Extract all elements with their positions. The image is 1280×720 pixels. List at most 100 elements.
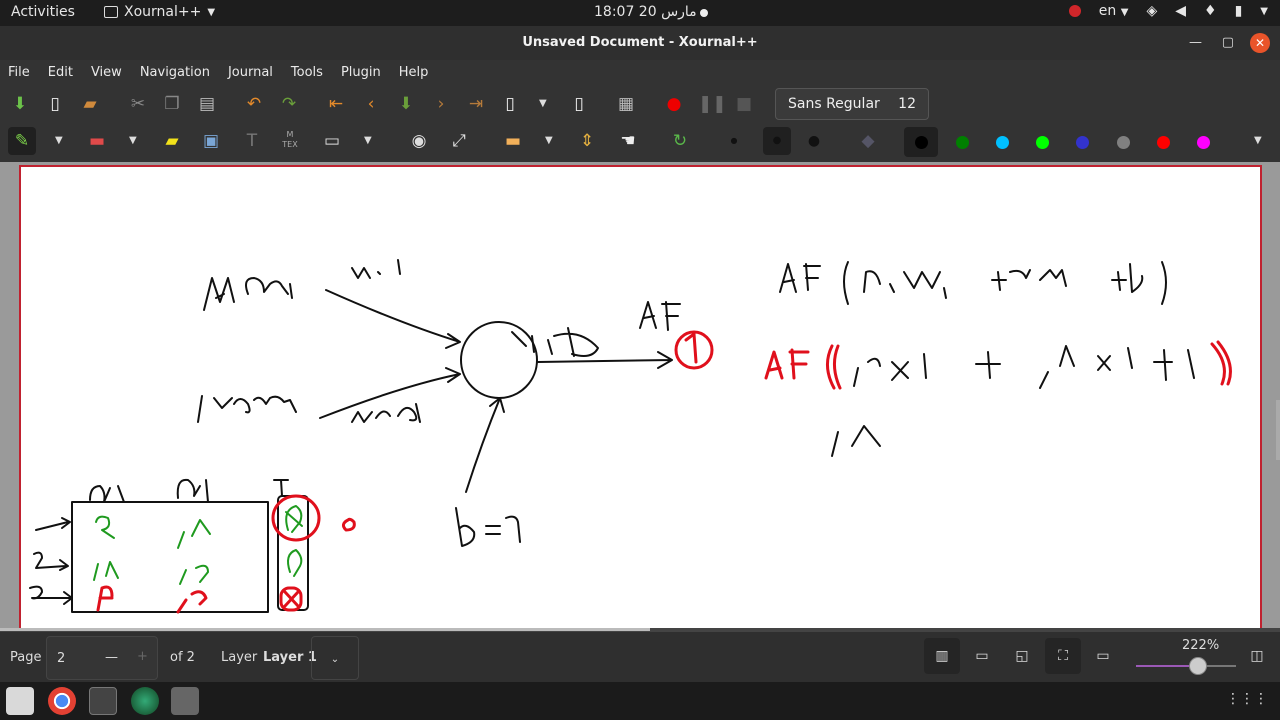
color-swatch-green[interactable] [956,136,969,149]
vertical-scroll-thumb[interactable] [1276,400,1280,460]
zoom-slider-handle[interactable] [1189,657,1207,675]
hand-tool-icon[interactable]: ☚ [617,130,639,152]
highlighter-tool-icon[interactable]: ▰ [161,130,183,152]
activities-button[interactable]: Activities [11,4,75,20]
menu-tools[interactable]: Tools [291,65,323,80]
app-menu[interactable]: Xournal++ ▼ [104,4,215,20]
pen-tool-icon[interactable]: ✎ [8,127,36,155]
insert-page-icon[interactable]: ▯ [499,93,521,115]
text-tool-icon[interactable]: T [241,130,263,152]
layer-name: Layer 1 [263,650,317,665]
menu-navigation[interactable]: Navigation [140,65,210,80]
color-swatch-magenta[interactable] [1197,136,1210,149]
play-object-icon[interactable]: ⇕ [576,130,598,152]
layer-dropdown[interactable]: ⌄ [311,636,359,680]
handwritten-ink-layer[interactable] [21,167,1264,637]
eraser-dropdown-icon[interactable]: ▼ [129,130,137,152]
last-page-icon[interactable]: ⇥ [465,93,487,115]
eraser-tool-icon[interactable]: ▬ [86,130,108,152]
zoom-custom-icon[interactable]: ◫ [1239,638,1275,674]
color-swatch-red[interactable] [1157,136,1170,149]
volume-icon[interactable]: ◀ [1175,3,1186,19]
first-page-icon[interactable]: ⇤ [325,93,347,115]
redo-icon[interactable]: ↷ [278,93,300,115]
settings-app-icon[interactable] [171,687,199,715]
wifi-icon[interactable]: ◈ [1146,3,1157,19]
menu-plugin[interactable]: Plugin [341,65,381,80]
zoom-slider[interactable] [1136,665,1236,667]
color-swatch-black[interactable] [915,136,928,149]
image-tool-icon[interactable]: ▣ [200,130,222,152]
view-two-pages-icon[interactable]: ▥ [924,638,960,674]
fill-icon[interactable]: ◆ [857,130,879,152]
menu-help[interactable]: Help [399,65,429,80]
next-page-icon[interactable]: › [430,93,452,115]
maximize-button[interactable]: ▢ [1222,26,1234,60]
insert-page-dropdown-icon[interactable]: ▼ [539,93,547,115]
battery-icon[interactable]: ▮ [1235,3,1243,19]
fullscreen-icon[interactable]: ◱ [1004,638,1040,674]
refresh-icon[interactable]: ↻ [669,130,691,152]
thickness-fine-icon[interactable]: ● [723,130,745,152]
xournal-app-icon[interactable] [89,687,117,715]
show-apps-icon[interactable]: ⋮⋮⋮ [1226,691,1268,707]
toolbar-overflow-icon[interactable]: ▼ [1254,130,1262,152]
presentation-icon[interactable]: ▦ [615,93,637,115]
ink-stroke [285,505,303,533]
save-icon[interactable]: ⬇ [9,93,31,115]
page-increment-button[interactable]: + [137,649,148,664]
files-app-icon[interactable] [6,687,34,715]
color-swatch-blue[interactable] [1076,136,1089,149]
page-spinner[interactable]: 2 — + [46,636,158,680]
stop-icon[interactable]: ■ [733,93,755,115]
browser-app-icon[interactable] [131,687,159,715]
previous-page-icon[interactable]: ‹ [360,93,382,115]
clock[interactable]: 18:07 20 مارس [594,4,697,20]
menu-bar: File Edit View Navigation Journal Tools … [0,60,1280,85]
select-rectangle-icon[interactable]: ▬ [502,130,524,152]
color-swatch-light-blue[interactable] [996,136,1009,149]
page-decrement-button[interactable]: — [105,650,118,665]
delete-page-icon[interactable]: ▯ [568,93,590,115]
menu-view[interactable]: View [91,65,122,80]
copy-icon[interactable]: ❐ [161,93,183,115]
zoom-100-icon[interactable]: ▭ [1085,638,1121,674]
open-folder-icon[interactable]: ▰ [79,93,101,115]
microphone-icon[interactable]: ♦ [1204,3,1217,19]
view-presentation-icon[interactable]: ▭ [964,638,1000,674]
language-indicator[interactable]: en ▼ [1099,3,1129,19]
chevron-down-icon: ⌄ [330,654,340,665]
horizontal-scroll-thumb[interactable] [0,628,650,631]
math-tex-icon[interactable]: M TEX [279,130,301,152]
select-dropdown-icon[interactable]: ▼ [545,130,553,152]
shape-dropdown-icon[interactable]: ▼ [364,130,372,152]
zoom-fit-icon[interactable]: ⛶ [1045,638,1081,674]
system-menu-chevron-icon[interactable]: ▼ [1260,6,1268,17]
page-number-input[interactable]: 2 [57,651,65,666]
undo-icon[interactable]: ↶ [243,93,265,115]
color-swatch-lime[interactable] [1036,136,1049,149]
chrome-app-icon[interactable] [48,687,76,715]
thickness-medium-icon[interactable]: ● [763,127,791,155]
pause-icon[interactable]: ❚❚ [698,93,727,115]
vertical-space-icon[interactable]: ⤢ [448,130,470,152]
page-total: of 2 [170,650,195,665]
color-swatch-gray[interactable] [1117,136,1130,149]
object-select-icon[interactable]: ◉ [408,130,430,152]
cut-icon[interactable]: ✂ [127,93,149,115]
menu-file[interactable]: File [8,65,30,80]
pen-dropdown-icon[interactable]: ▼ [55,130,63,152]
font-selector[interactable]: Sans Regular 12 [775,88,929,120]
new-document-icon[interactable]: ▯ [44,93,66,115]
paste-icon[interactable]: ▤ [196,93,218,115]
goto-page-icon[interactable]: ⬇ [395,93,417,115]
menu-journal[interactable]: Journal [228,65,273,80]
document-page[interactable] [19,165,1262,635]
record-icon[interactable]: ● [663,93,685,115]
shape-rectangle-icon[interactable]: ▭ [321,130,343,152]
close-button[interactable]: ✕ [1250,33,1270,53]
screen-record-icon[interactable] [1068,5,1081,17]
minimize-button[interactable]: — [1189,26,1202,60]
menu-edit[interactable]: Edit [48,65,73,80]
thickness-thick-icon[interactable]: ● [803,130,825,152]
